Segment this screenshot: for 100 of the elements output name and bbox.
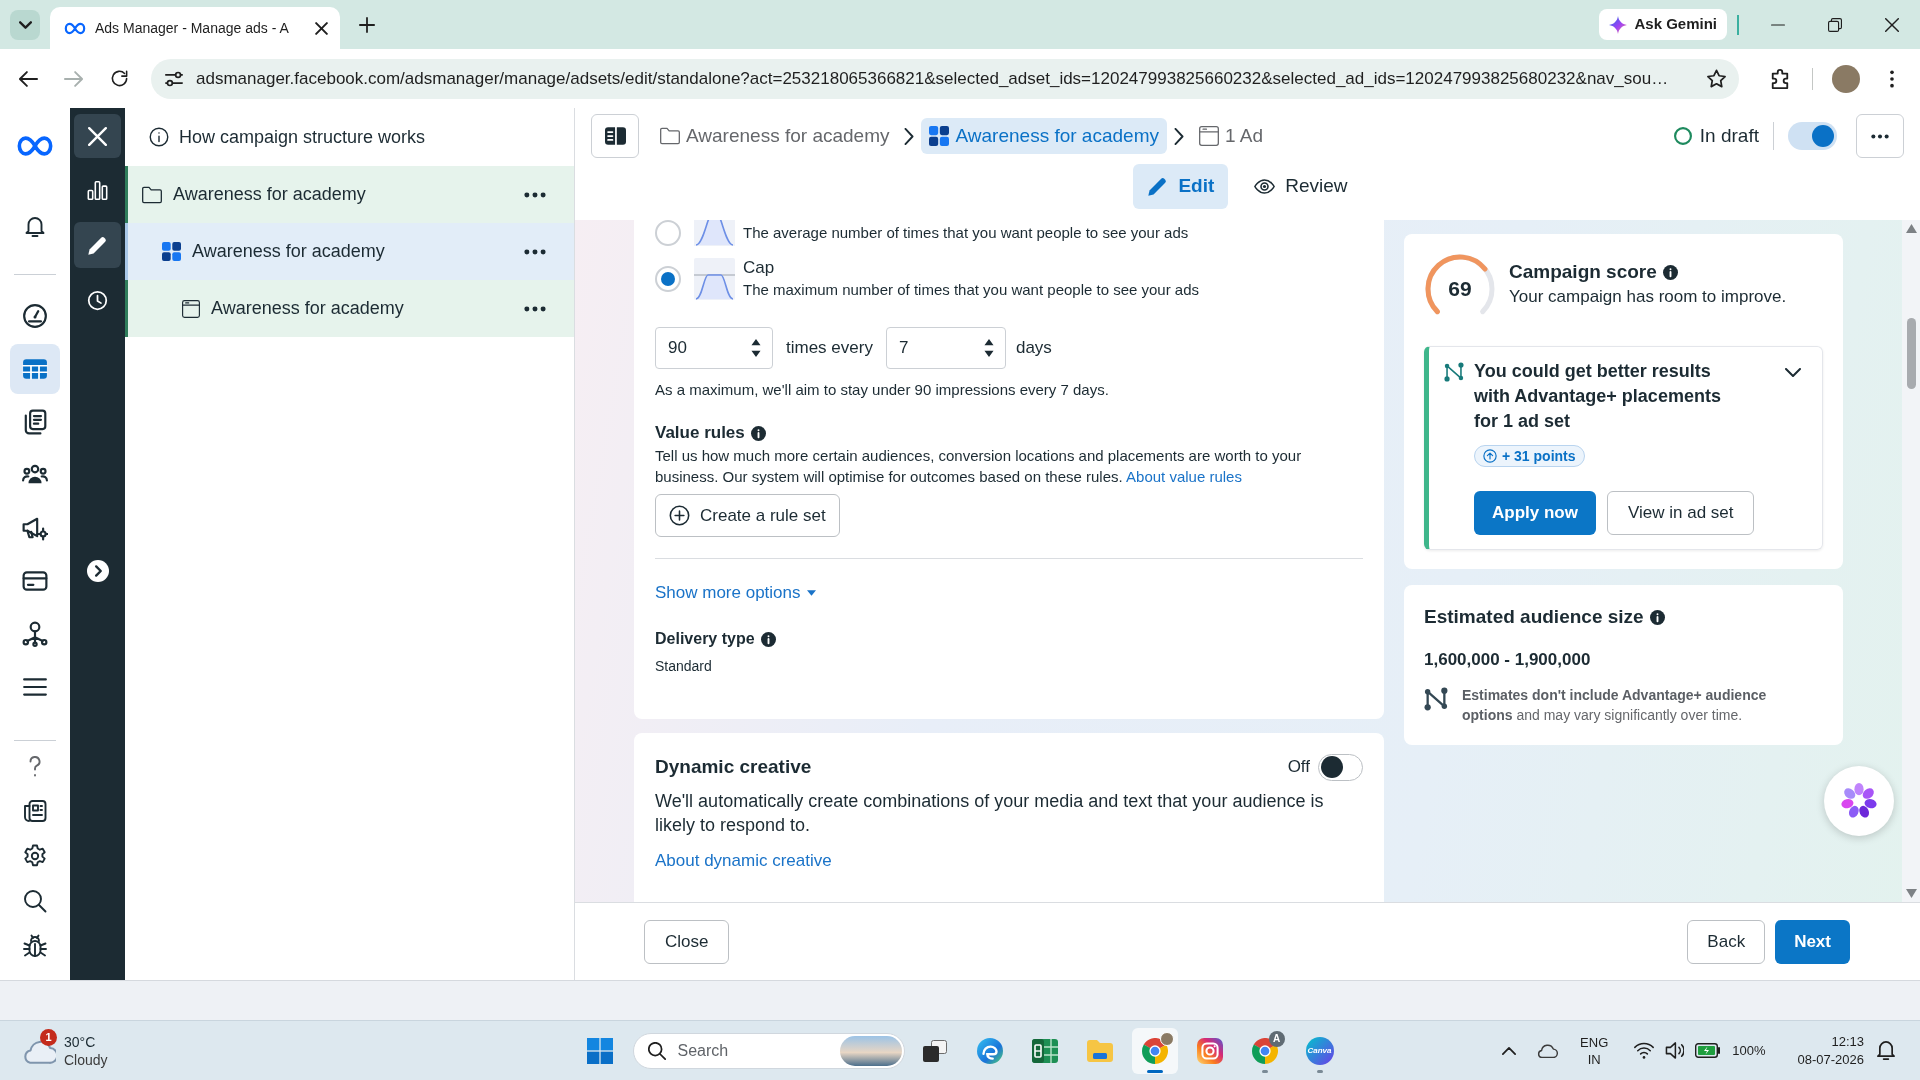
petal-ring-icon	[1840, 782, 1878, 820]
taskbar-app[interactable]: Canva	[1296, 1027, 1343, 1074]
create-rule-set-button[interactable]: Create a rule set	[655, 494, 840, 537]
radio-button[interactable]	[655, 220, 681, 246]
language-button[interactable]: ENG IN	[1574, 1030, 1615, 1071]
apply-button[interactable]: Apply now	[1474, 491, 1596, 535]
toggle-switch[interactable]	[1788, 122, 1837, 150]
settings-icon	[23, 843, 47, 868]
breadcrumb[interactable]: Awareness for academy	[921, 118, 1167, 154]
folder-icon	[660, 127, 680, 145]
kebab-menu-icon	[1890, 69, 1894, 88]
arrow-up-circle-icon	[1483, 449, 1497, 463]
breadcrumb[interactable]: Awareness for academy	[652, 118, 898, 154]
folder-icon	[142, 185, 162, 204]
clock-button[interactable]: 12:13 08-07-2026	[1793, 1028, 1868, 1073]
scrollbar-thumb[interactable]	[1906, 318, 1916, 389]
ask-gemini-button[interactable]: Ask Gemini	[1599, 9, 1727, 40]
rail-tab[interactable]	[74, 222, 121, 268]
bar-chart-icon	[87, 179, 108, 201]
section-title: Value rules	[655, 422, 745, 445]
newspaper-icon	[23, 798, 47, 823]
section-title: Delivery type	[655, 629, 755, 649]
dynamic-creative-description: We'll automatically create combinations of your media and text that your audience is likely to respond to.	[655, 790, 1325, 837]
help-link[interactable]: How campaign structure works	[125, 108, 426, 166]
address-bar[interactable]: adsmanager.facebook.com/adsmanager/manage/adsets/edit/standalone?act=253218065366821&selected_adset_ids=120247993825660232&selected_ad_ids=120247993825680232&nav_sou…	[151, 58, 1739, 99]
audience-note: Estimates don't include Advantage+ audience options and may vary significantly over time.	[1462, 686, 1768, 725]
star-icon	[1706, 69, 1726, 88]
scroll-up-icon	[1905, 224, 1917, 233]
advantage-nodes-icon	[1444, 362, 1464, 382]
eye-icon	[1254, 176, 1276, 197]
search-icon	[23, 888, 47, 913]
megaphone-gear-icon	[22, 515, 48, 541]
field-label: days	[1015, 337, 1052, 360]
battery-icon	[1695, 1043, 1722, 1058]
windows-logo-icon	[586, 1037, 613, 1064]
info-icon	[750, 425, 766, 441]
documents-icon	[22, 409, 48, 435]
tree-item[interactable]: Awareness for academy	[125, 166, 574, 223]
pencil-icon	[87, 234, 108, 256]
taskbar-app[interactable]: A	[1241, 1027, 1288, 1074]
score-value: 69	[1448, 277, 1472, 301]
stepper-icon[interactable]	[751, 338, 761, 358]
avatar-badge	[1159, 1031, 1174, 1046]
frequency-times-field[interactable]: 90	[655, 327, 773, 369]
back-button[interactable]: Back	[1687, 919, 1766, 964]
folder-icon	[1086, 1039, 1113, 1062]
tree-item[interactable]: Awareness for academy	[125, 280, 574, 337]
puzzle-icon	[1771, 68, 1789, 89]
minimize-icon	[1770, 23, 1785, 26]
camera-logo-icon	[1196, 1037, 1223, 1064]
view-button[interactable]: View in ad set	[1606, 491, 1755, 535]
close-icon	[88, 126, 107, 146]
more-icon	[1871, 133, 1889, 139]
delivery-type-value: Standard	[655, 657, 712, 676]
mode-tab[interactable]: Review	[1240, 164, 1362, 209]
stepper-icon[interactable]	[983, 338, 994, 358]
cloud-outline-icon	[1536, 1043, 1559, 1058]
close-icon[interactable]	[315, 21, 328, 35]
radio-button[interactable]	[655, 266, 681, 292]
swirl-logo-icon	[976, 1037, 1003, 1064]
expand-button[interactable]	[85, 559, 110, 583]
bell-icon	[23, 214, 47, 238]
system-tray-button[interactable]: 100%	[1628, 1030, 1772, 1071]
panel-icon	[604, 127, 626, 145]
avatar[interactable]	[1832, 64, 1860, 93]
toggle-switch[interactable]	[1318, 753, 1363, 781]
tab-search-button[interactable]	[10, 9, 40, 40]
clock-icon	[87, 289, 108, 311]
grid-icon	[162, 242, 181, 261]
frequency-days-field[interactable]: 7	[885, 327, 1006, 369]
close-button[interactable]: Close	[644, 919, 730, 964]
network-icon	[22, 621, 48, 647]
profile-badge: A	[1268, 1030, 1285, 1047]
about-value-rules-link[interactable]: About value rules	[1126, 468, 1242, 485]
caret-down-icon	[806, 590, 816, 596]
tree-item[interactable]: Awareness for academy	[125, 223, 574, 280]
next-button[interactable]: Next	[1775, 919, 1850, 964]
table-icon	[22, 356, 48, 382]
bell-curve-icon	[694, 220, 735, 246]
more-icon	[524, 248, 546, 255]
close-panel-button[interactable]	[74, 114, 121, 158]
points-text: + 31 points	[1502, 446, 1576, 466]
show-more-options-link[interactable]: Show more options	[655, 581, 816, 605]
breadcrumb[interactable]: 1 Ad	[1190, 118, 1271, 154]
chevron-right-circle-icon	[86, 560, 109, 582]
window-icon	[1198, 126, 1219, 146]
weather-condition: Cloudy	[64, 1050, 108, 1069]
forward-arrow-icon	[63, 70, 83, 87]
assistant-button[interactable]	[1824, 766, 1894, 836]
scrollbar[interactable]	[1902, 220, 1920, 902]
restore-icon	[1827, 17, 1842, 32]
panel-toggle-button[interactable]	[591, 114, 639, 158]
gauge-icon	[22, 303, 48, 329]
mode-tab[interactable]: Edit	[1133, 164, 1229, 209]
about-dynamic-creative-link[interactable]: About dynamic creative	[655, 849, 832, 873]
audience-range: 1,600,000 - 1,900,000	[1424, 649, 1591, 671]
capped-curve-icon	[694, 258, 735, 300]
browser-tab[interactable]: Ads Manager - Manage ads - A	[50, 7, 340, 49]
weather-temperature: 30°C	[64, 1032, 96, 1051]
toggle-label: Off	[1287, 756, 1310, 779]
